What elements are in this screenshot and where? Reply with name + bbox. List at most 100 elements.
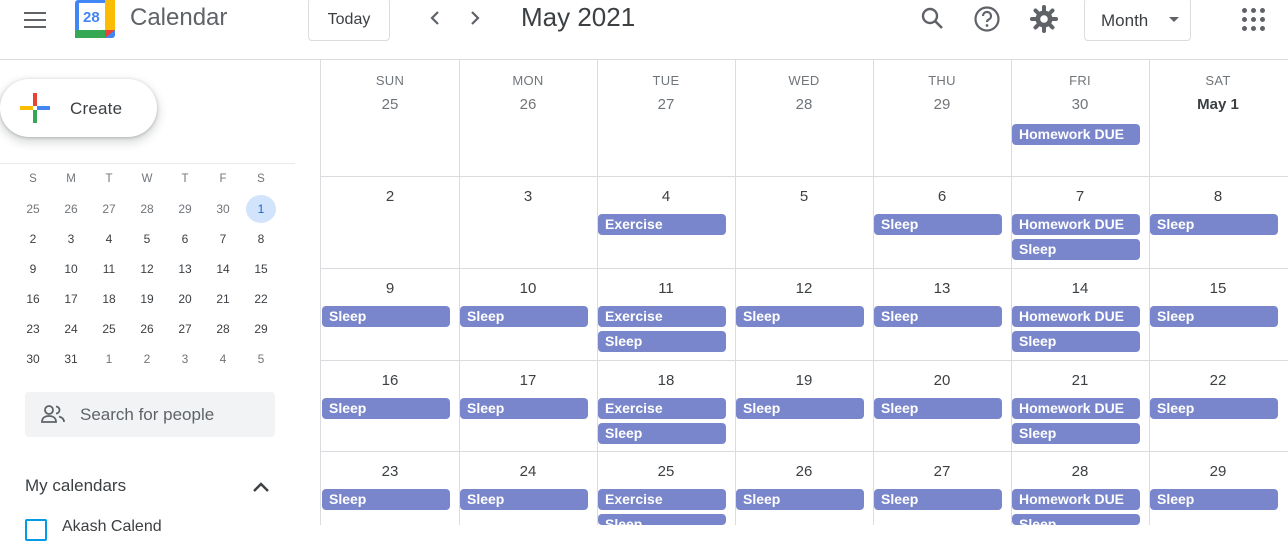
event-chip[interactable]: Sleep bbox=[1150, 306, 1278, 327]
mini-calendar-day[interactable]: 25 bbox=[18, 195, 48, 223]
event-chip[interactable]: Sleep bbox=[598, 514, 726, 525]
calendar-checkbox[interactable] bbox=[25, 519, 47, 541]
mini-calendar-day[interactable]: 17 bbox=[56, 285, 86, 313]
day-number[interactable]: 13 bbox=[873, 280, 1011, 297]
event-chip[interactable]: Sleep bbox=[598, 423, 726, 444]
mini-calendar-day[interactable]: 26 bbox=[132, 315, 162, 343]
previous-month-button[interactable] bbox=[421, 4, 449, 32]
event-chip[interactable]: Sleep bbox=[322, 398, 450, 419]
event-chip[interactable]: Sleep bbox=[460, 306, 588, 327]
day-number[interactable]: 27 bbox=[873, 463, 1011, 480]
event-chip[interactable]: Sleep bbox=[322, 306, 450, 327]
mini-calendar-day[interactable]: 4 bbox=[94, 225, 124, 253]
event-chip[interactable]: Sleep bbox=[1150, 489, 1278, 510]
day-number[interactable]: 21 bbox=[1011, 372, 1149, 389]
calendar-logo[interactable]: 28 bbox=[75, 0, 115, 38]
day-number[interactable]: 16 bbox=[321, 372, 459, 389]
day-number[interactable]: 18 bbox=[597, 372, 735, 389]
mini-calendar-day[interactable]: 5 bbox=[132, 225, 162, 253]
day-number[interactable]: 20 bbox=[873, 372, 1011, 389]
main-menu-icon[interactable] bbox=[18, 8, 52, 32]
today-button[interactable]: Today bbox=[308, 0, 390, 41]
day-number[interactable]: 25 bbox=[597, 463, 735, 480]
event-chip[interactable]: Sleep bbox=[874, 214, 1002, 235]
mini-calendar-day[interactable]: 6 bbox=[170, 225, 200, 253]
mini-calendar-day[interactable]: 19 bbox=[132, 285, 162, 313]
day-number[interactable]: 15 bbox=[1149, 280, 1287, 297]
event-chip[interactable]: Sleep bbox=[736, 306, 864, 327]
day-number[interactable]: 26 bbox=[735, 463, 873, 480]
mini-calendar-day[interactable]: 14 bbox=[208, 255, 238, 283]
day-number[interactable]: 7 bbox=[1011, 188, 1149, 205]
event-chip[interactable]: Sleep bbox=[598, 331, 726, 352]
mini-calendar-day[interactable]: 25 bbox=[94, 315, 124, 343]
day-number[interactable]: 25 bbox=[321, 96, 459, 113]
mini-calendar-day[interactable]: 3 bbox=[56, 225, 86, 253]
event-chip[interactable]: Sleep bbox=[1012, 239, 1140, 260]
event-chip[interactable]: Sleep bbox=[1150, 214, 1278, 235]
day-number[interactable]: 28 bbox=[1011, 463, 1149, 480]
event-chip[interactable]: Exercise bbox=[598, 489, 726, 510]
mini-calendar-day[interactable]: 9 bbox=[18, 255, 48, 283]
search-button[interactable] bbox=[918, 4, 948, 34]
event-chip[interactable]: Sleep bbox=[460, 489, 588, 510]
mini-calendar-day[interactable]: 4 bbox=[208, 345, 238, 373]
event-chip[interactable]: Sleep bbox=[1150, 398, 1278, 419]
mini-calendar-day[interactable]: 31 bbox=[56, 345, 86, 373]
mini-calendar-day[interactable]: 10 bbox=[56, 255, 86, 283]
mini-calendar-day[interactable]: 27 bbox=[170, 315, 200, 343]
mini-calendar-day[interactable]: 24 bbox=[56, 315, 86, 343]
day-number[interactable]: 14 bbox=[1011, 280, 1149, 297]
event-chip[interactable]: Homework DUE bbox=[1012, 306, 1140, 327]
event-chip[interactable]: Homework DUE bbox=[1012, 214, 1140, 235]
mini-calendar-day[interactable]: 5 bbox=[246, 345, 276, 373]
mini-calendar-day[interactable]: 15 bbox=[246, 255, 276, 283]
day-number[interactable]: 3 bbox=[459, 188, 597, 205]
day-number[interactable]: 19 bbox=[735, 372, 873, 389]
mini-calendar-day[interactable]: 22 bbox=[246, 285, 276, 313]
day-number[interactable]: 4 bbox=[597, 188, 735, 205]
mini-calendar-day[interactable]: 29 bbox=[170, 195, 200, 223]
mini-calendar-day[interactable]: 26 bbox=[56, 195, 86, 223]
mini-calendar-day[interactable]: 27 bbox=[94, 195, 124, 223]
event-chip[interactable]: Homework DUE bbox=[1012, 124, 1140, 145]
day-number[interactable]: 17 bbox=[459, 372, 597, 389]
day-number[interactable]: 22 bbox=[1149, 372, 1287, 389]
event-chip[interactable]: Sleep bbox=[736, 398, 864, 419]
create-button[interactable]: Create bbox=[0, 79, 157, 137]
day-number[interactable]: 9 bbox=[321, 280, 459, 297]
mini-calendar-day[interactable]: 18 bbox=[94, 285, 124, 313]
day-number[interactable]: 24 bbox=[459, 463, 597, 480]
event-chip[interactable]: Sleep bbox=[1012, 423, 1140, 444]
day-number[interactable]: 5 bbox=[735, 188, 873, 205]
chevron-up-icon[interactable] bbox=[250, 478, 272, 496]
search-people-field[interactable]: Search for people bbox=[25, 392, 275, 437]
event-chip[interactable]: Exercise bbox=[598, 306, 726, 327]
event-chip[interactable]: Homework DUE bbox=[1012, 398, 1140, 419]
mini-calendar-day[interactable]: 1 bbox=[246, 195, 276, 223]
day-number[interactable]: 30 bbox=[1011, 96, 1149, 113]
day-number[interactable]: 27 bbox=[597, 96, 735, 113]
mini-calendar-day[interactable]: 30 bbox=[208, 195, 238, 223]
day-number[interactable]: 6 bbox=[873, 188, 1011, 205]
mini-calendar-day[interactable]: 12 bbox=[132, 255, 162, 283]
event-chip[interactable]: Sleep bbox=[874, 489, 1002, 510]
mini-calendar-day[interactable]: 16 bbox=[18, 285, 48, 313]
mini-calendar-day[interactable]: 2 bbox=[132, 345, 162, 373]
mini-calendar-day[interactable]: 29 bbox=[246, 315, 276, 343]
day-number[interactable]: 23 bbox=[321, 463, 459, 480]
mini-calendar-day[interactable]: 8 bbox=[246, 225, 276, 253]
mini-calendar-day[interactable]: 23 bbox=[18, 315, 48, 343]
mini-calendar-day[interactable]: 30 bbox=[18, 345, 48, 373]
mini-calendar-day[interactable]: 11 bbox=[94, 255, 124, 283]
event-chip[interactable]: Sleep bbox=[874, 398, 1002, 419]
help-button[interactable] bbox=[972, 4, 1002, 34]
day-number[interactable]: 26 bbox=[459, 96, 597, 113]
mini-calendar-day[interactable]: 3 bbox=[170, 345, 200, 373]
mini-calendar-day[interactable]: 28 bbox=[208, 315, 238, 343]
day-number[interactable]: 29 bbox=[1149, 463, 1287, 480]
day-number[interactable]: 28 bbox=[735, 96, 873, 113]
next-month-button[interactable] bbox=[461, 4, 489, 32]
event-chip[interactable]: Exercise bbox=[598, 398, 726, 419]
day-number[interactable]: 8 bbox=[1149, 188, 1287, 205]
